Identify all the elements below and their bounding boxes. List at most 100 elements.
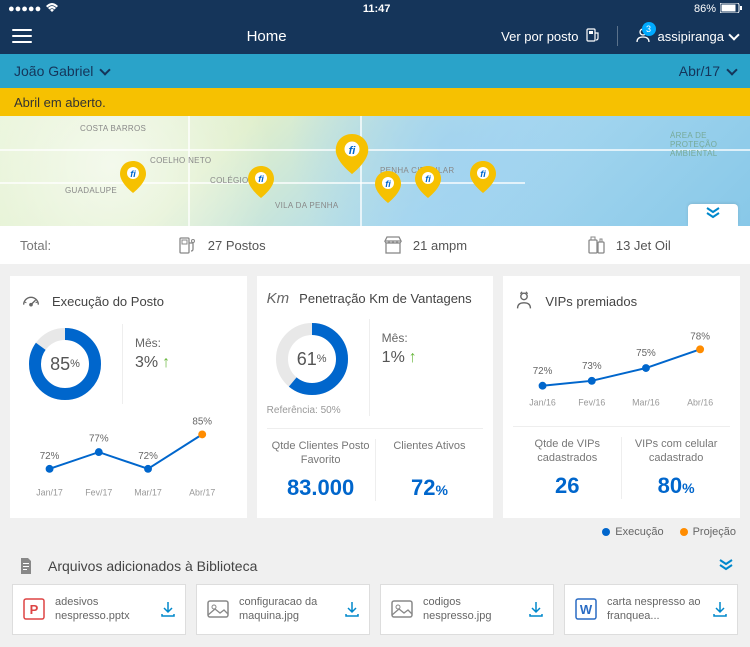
svg-text:W: W <box>580 602 593 617</box>
vip-icon <box>513 290 535 312</box>
metric-clientes-ativos: Clientes Ativos 72% <box>376 439 484 501</box>
wifi-icon <box>45 3 59 16</box>
map-pin[interactable]: fi <box>248 166 274 198</box>
files-title: Arquivos adicionados à Biblioteca <box>48 558 257 574</box>
card-execucao[interactable]: Execução do Posto 85% Mês: 3% ↑ 72% 77% … <box>10 276 247 518</box>
files-row: P adesivos nespresso.pptx configuracao d… <box>0 584 750 647</box>
map-pin[interactable]: fi <box>335 134 369 174</box>
file-item[interactable]: configuracao da maquina.jpg <box>196 584 370 635</box>
svg-text:72%: 72% <box>533 366 553 377</box>
download-icon[interactable] <box>343 600 361 618</box>
notification-badge: 3 <box>642 22 656 36</box>
map-expand-button[interactable] <box>688 204 738 226</box>
files-section-header: Arquivos adicionados à Biblioteca <box>0 548 750 584</box>
card-title: Execução do Posto <box>52 294 164 309</box>
doc-file-icon: W <box>573 596 599 622</box>
svg-text:P: P <box>30 602 39 617</box>
svg-text:Abr/16: Abr/16 <box>687 397 713 407</box>
map-label: COELHO NETO <box>150 156 211 165</box>
svg-text:fi: fi <box>385 179 391 189</box>
card-penetracao[interactable]: Km Penetração Km de Vantagens 61% Referê… <box>257 276 494 518</box>
svg-text:77%: 77% <box>89 433 109 444</box>
card-title: Penetração Km de Vantagens <box>299 291 472 306</box>
svg-text:fi: fi <box>258 174 264 184</box>
svg-text:Jan/16: Jan/16 <box>530 397 557 407</box>
map-pin[interactable]: fi <box>470 161 496 193</box>
metric-vips-celular: VIPs com celular cadastrado 80% <box>622 437 730 499</box>
status-time: 11:47 <box>363 3 391 15</box>
svg-text:85%: 85% <box>192 417 212 428</box>
map-pin[interactable]: fi <box>120 161 146 193</box>
metric-vips-cadastrados: Qtde de VIPs cadastrados 26 <box>513 437 622 499</box>
download-icon[interactable] <box>159 600 177 618</box>
km-icon: Km <box>267 290 290 307</box>
gauge-icon <box>20 290 42 312</box>
alert-text: Abril em aberto. <box>14 95 106 110</box>
arrow-up-icon: ↑ <box>162 354 170 372</box>
legend-dot-exec <box>602 528 610 536</box>
gas-pump-icon <box>178 235 198 255</box>
svg-text:72%: 72% <box>138 451 158 462</box>
map-pin[interactable]: fi <box>375 171 401 203</box>
svg-text:Jan/17: Jan/17 <box>36 487 63 497</box>
svg-text:fi: fi <box>425 174 431 184</box>
store-icon <box>383 235 403 255</box>
svg-text:Mar/16: Mar/16 <box>633 397 661 407</box>
status-bar: ●●●●● 11:47 86% <box>0 0 750 18</box>
chevron-down-icon <box>726 64 737 75</box>
stats-total-label: Total: <box>20 238 120 253</box>
menu-button[interactable] <box>12 29 32 43</box>
chart-legend: Execução Projeção <box>0 522 750 548</box>
map-label: GUADALUPE <box>65 186 117 195</box>
card-title: VIPs premiados <box>545 294 637 309</box>
svg-text:Fev/17: Fev/17 <box>85 487 112 497</box>
map-pin[interactable]: fi <box>415 166 441 198</box>
arrow-up-icon: ↑ <box>409 349 417 367</box>
svg-text:75%: 75% <box>636 348 656 359</box>
sub-header: João Gabriel Abr/17 <box>0 54 750 88</box>
svg-text:Mar/17: Mar/17 <box>134 487 162 497</box>
file-item[interactable]: W carta nespresso ao franquea... <box>564 584 738 635</box>
svg-text:73%: 73% <box>582 361 602 372</box>
legend-dot-proj <box>680 528 688 536</box>
dashboard-cards: Execução do Posto 85% Mês: 3% ↑ 72% 77% … <box>0 264 750 522</box>
battery-pct: 86% <box>694 3 716 15</box>
svg-text:fi: fi <box>130 169 136 179</box>
month-label: Mês: <box>135 336 237 350</box>
chevron-double-down-icon <box>705 206 721 224</box>
file-item[interactable]: codigos nespresso.jpg <box>380 584 554 635</box>
document-icon <box>16 556 36 576</box>
user-icon: 3 <box>634 26 652 47</box>
alert-bar: Abril em aberto. <box>0 88 750 116</box>
card-vips[interactable]: VIPs premiados 72% 73% 75% 78% Jan/16 Fe… <box>503 276 740 518</box>
stats-ampm: 21 ampm <box>323 235 526 255</box>
page-title: Home <box>247 28 287 45</box>
stats-jetoil: 13 Jet Oil <box>527 235 730 255</box>
signal-dots-icon: ●●●●● <box>8 3 41 15</box>
user-selector[interactable]: João Gabriel <box>14 63 109 79</box>
svg-text:Abr/17: Abr/17 <box>189 487 215 497</box>
map-label: COLÉGIO <box>210 176 249 185</box>
map[interactable]: COSTA BARROS COELHO NETO GUADALUPE COLÉG… <box>0 116 750 226</box>
battery-icon <box>720 3 742 16</box>
map-label: VILA DA PENHA <box>275 201 338 210</box>
svg-text:72%: 72% <box>40 451 60 462</box>
app-header: Home Ver por posto 3 assipiranga <box>0 18 750 54</box>
user-menu-button[interactable]: 3 assipiranga <box>634 26 739 47</box>
gas-pump-icon <box>585 27 601 46</box>
image-file-icon <box>389 596 415 622</box>
svg-text:fi: fi <box>349 145 357 157</box>
svg-text:fi: fi <box>480 169 486 179</box>
map-label: ÁREA DE PROTEÇÃO AMBIENTAL <box>670 131 730 158</box>
stats-bar: Total: 27 Postos 21 ampm 13 Jet Oil <box>0 226 750 264</box>
download-icon[interactable] <box>527 600 545 618</box>
chevron-down-icon <box>100 64 111 75</box>
files-expand-button[interactable] <box>718 558 734 574</box>
download-icon[interactable] <box>711 600 729 618</box>
stats-postos: 27 Postos <box>120 235 323 255</box>
view-by-station-button[interactable]: Ver por posto <box>501 27 600 46</box>
period-selector[interactable]: Abr/17 <box>679 63 736 79</box>
oil-icon <box>586 235 606 255</box>
file-item[interactable]: P adesivos nespresso.pptx <box>12 584 186 635</box>
image-file-icon <box>205 596 231 622</box>
